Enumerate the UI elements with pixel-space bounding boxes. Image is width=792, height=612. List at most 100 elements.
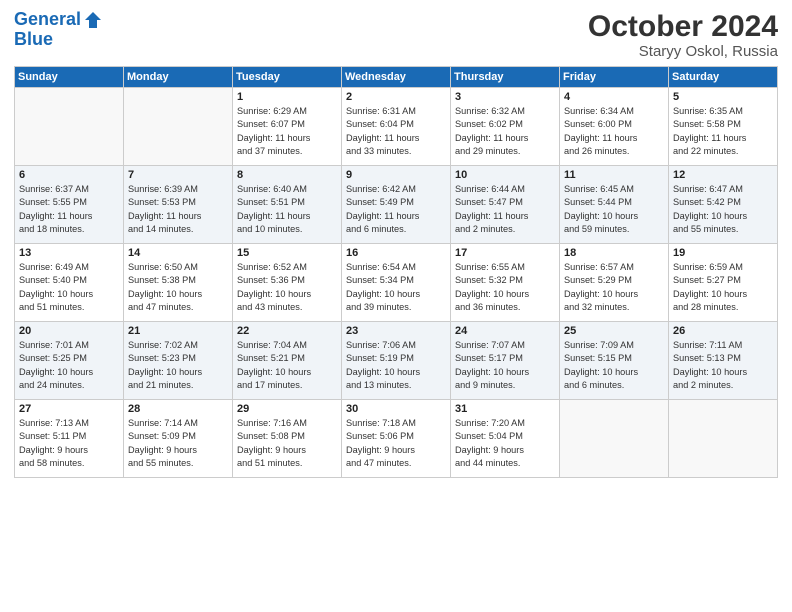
- calendar-cell: 30 Sunrise: 7:18 AM Sunset: 5:06 PM Dayli…: [342, 400, 451, 478]
- day-number: 21: [128, 325, 228, 337]
- day-info: Sunrise: 7:01 AM Sunset: 5:25 PM Dayligh…: [19, 339, 119, 392]
- day-info: Sunrise: 6:37 AM Sunset: 5:55 PM Dayligh…: [19, 183, 119, 236]
- calendar-cell: 10 Sunrise: 6:44 AM Sunset: 5:47 PM Dayli…: [451, 166, 560, 244]
- calendar-cell: 7Sunrise: 6:39 AM Sunset: 5:53 PM Daylig…: [124, 166, 233, 244]
- day-number: 2: [346, 91, 446, 103]
- day-number: 25: [564, 325, 664, 337]
- header-wednesday: Wednesday: [342, 67, 451, 88]
- calendar-cell: [669, 400, 778, 478]
- day-number: 23: [346, 325, 446, 337]
- header: General Blue October 2024 Staryy Oskol, …: [14, 10, 778, 60]
- header-row: Sunday Monday Tuesday Wednesday Thursday…: [15, 67, 778, 88]
- calendar-cell: 18Sunrise: 6:57 AM Sunset: 5:29 PM Dayli…: [560, 244, 669, 322]
- day-info: Sunrise: 7:18 AM Sunset: 5:06 PM Dayligh…: [346, 417, 446, 470]
- day-info: Sunrise: 7:11 AM Sunset: 5:13 PM Dayligh…: [673, 339, 773, 392]
- day-info: Sunrise: 6:31 AM Sunset: 6:04 PM Dayligh…: [346, 105, 446, 158]
- day-info: Sunrise: 6:32 AM Sunset: 6:02 PM Dayligh…: [455, 105, 555, 158]
- calendar-cell: 12 Sunrise: 6:47 AM Sunset: 5:42 PM Dayli…: [669, 166, 778, 244]
- day-number: 17: [455, 247, 555, 259]
- calendar-cell: 17 Sunrise: 6:55 AM Sunset: 5:32 PM Dayli…: [451, 244, 560, 322]
- day-number: 27: [19, 403, 119, 415]
- day-info: Sunrise: 6:59 AM Sunset: 5:27 PM Dayligh…: [673, 261, 773, 314]
- day-number: 22: [237, 325, 337, 337]
- day-info: Sunrise: 6:55 AM Sunset: 5:32 PM Dayligh…: [455, 261, 555, 314]
- header-tuesday: Tuesday: [233, 67, 342, 88]
- day-number: 16: [346, 247, 446, 259]
- header-thursday: Thursday: [451, 67, 560, 88]
- calendar-cell: 23 Sunrise: 7:06 AM Sunset: 5:19 PM Dayli…: [342, 322, 451, 400]
- day-info: Sunrise: 6:47 AM Sunset: 5:42 PM Dayligh…: [673, 183, 773, 236]
- calendar-cell: 11 Sunrise: 6:45 AM Sunset: 5:44 PM Dayli…: [560, 166, 669, 244]
- day-number: 31: [455, 403, 555, 415]
- calendar-cell: 6 Sunrise: 6:37 AM Sunset: 5:55 PM Daylig…: [15, 166, 124, 244]
- day-info: Sunrise: 6:29 AM Sunset: 6:07 PM Dayligh…: [237, 105, 337, 158]
- logo-text-blue: Blue: [14, 30, 103, 50]
- day-number: 1: [237, 91, 337, 103]
- title-block: October 2024 Staryy Oskol, Russia: [588, 10, 778, 60]
- day-info: Sunrise: 6:50 AM Sunset: 5:38 PM Dayligh…: [128, 261, 228, 314]
- header-friday: Friday: [560, 67, 669, 88]
- day-info: Sunrise: 7:09 AM Sunset: 5:15 PM Dayligh…: [564, 339, 664, 392]
- calendar-cell: 9 Sunrise: 6:42 AM Sunset: 5:49 PM Daylig…: [342, 166, 451, 244]
- calendar-cell: 5Sunrise: 6:35 AM Sunset: 5:58 PM Daylig…: [669, 88, 778, 166]
- day-info: Sunrise: 7:06 AM Sunset: 5:19 PM Dayligh…: [346, 339, 446, 392]
- calendar-cell: [124, 88, 233, 166]
- calendar-cell: [560, 400, 669, 478]
- day-info: Sunrise: 6:52 AM Sunset: 5:36 PM Dayligh…: [237, 261, 337, 314]
- calendar-cell: 22 Sunrise: 7:04 AM Sunset: 5:21 PM Dayli…: [233, 322, 342, 400]
- day-number: 12: [673, 169, 773, 181]
- day-number: 18: [564, 247, 664, 259]
- day-number: 8: [237, 169, 337, 181]
- day-info: Sunrise: 6:49 AM Sunset: 5:40 PM Dayligh…: [19, 261, 119, 314]
- logo: General Blue: [14, 10, 103, 50]
- day-info: Sunrise: 7:04 AM Sunset: 5:21 PM Dayligh…: [237, 339, 337, 392]
- day-number: 20: [19, 325, 119, 337]
- day-info: Sunrise: 6:45 AM Sunset: 5:44 PM Dayligh…: [564, 183, 664, 236]
- day-number: 5: [673, 91, 773, 103]
- calendar-cell: 19 Sunrise: 6:59 AM Sunset: 5:27 PM Dayli…: [669, 244, 778, 322]
- calendar-title: October 2024: [588, 10, 778, 43]
- calendar-cell: 3Sunrise: 6:32 AM Sunset: 6:02 PM Daylig…: [451, 88, 560, 166]
- day-number: 11: [564, 169, 664, 181]
- day-number: 15: [237, 247, 337, 259]
- header-saturday: Saturday: [669, 67, 778, 88]
- day-number: 13: [19, 247, 119, 259]
- day-number: 24: [455, 325, 555, 337]
- day-number: 6: [19, 169, 119, 181]
- day-info: Sunrise: 6:42 AM Sunset: 5:49 PM Dayligh…: [346, 183, 446, 236]
- calendar-cell: 8Sunrise: 6:40 AM Sunset: 5:51 PM Daylig…: [233, 166, 342, 244]
- calendar-cell: 21 Sunrise: 7:02 AM Sunset: 5:23 PM Dayli…: [124, 322, 233, 400]
- day-number: 19: [673, 247, 773, 259]
- calendar-cell: 1 Sunrise: 6:29 AM Sunset: 6:07 PM Daylig…: [233, 88, 342, 166]
- day-info: Sunrise: 6:54 AM Sunset: 5:34 PM Dayligh…: [346, 261, 446, 314]
- calendar-cell: 31Sunrise: 7:20 AM Sunset: 5:04 PM Dayli…: [451, 400, 560, 478]
- day-number: 4: [564, 91, 664, 103]
- day-number: 26: [673, 325, 773, 337]
- calendar-week-2: 6 Sunrise: 6:37 AM Sunset: 5:55 PM Daylig…: [15, 166, 778, 244]
- calendar-cell: 13 Sunrise: 6:49 AM Sunset: 5:40 PM Dayli…: [15, 244, 124, 322]
- calendar-cell: 4 Sunrise: 6:34 AM Sunset: 6:00 PM Daylig…: [560, 88, 669, 166]
- header-sunday: Sunday: [15, 67, 124, 88]
- day-number: 14: [128, 247, 228, 259]
- calendar-week-1: 1 Sunrise: 6:29 AM Sunset: 6:07 PM Daylig…: [15, 88, 778, 166]
- calendar-week-3: 13 Sunrise: 6:49 AM Sunset: 5:40 PM Dayli…: [15, 244, 778, 322]
- calendar-table: Sunday Monday Tuesday Wednesday Thursday…: [14, 66, 778, 478]
- calendar-week-5: 27 Sunrise: 7:13 AM Sunset: 5:11 PM Dayli…: [15, 400, 778, 478]
- calendar-cell: 20 Sunrise: 7:01 AM Sunset: 5:25 PM Dayli…: [15, 322, 124, 400]
- calendar-cell: 25 Sunrise: 7:09 AM Sunset: 5:15 PM Dayli…: [560, 322, 669, 400]
- day-number: 29: [237, 403, 337, 415]
- day-info: Sunrise: 6:34 AM Sunset: 6:00 PM Dayligh…: [564, 105, 664, 158]
- day-number: 9: [346, 169, 446, 181]
- day-number: 10: [455, 169, 555, 181]
- day-info: Sunrise: 7:14 AM Sunset: 5:09 PM Dayligh…: [128, 417, 228, 470]
- day-number: 28: [128, 403, 228, 415]
- calendar-cell: 14 Sunrise: 6:50 AM Sunset: 5:38 PM Dayli…: [124, 244, 233, 322]
- day-info: Sunrise: 7:13 AM Sunset: 5:11 PM Dayligh…: [19, 417, 119, 470]
- calendar-subtitle: Staryy Oskol, Russia: [588, 43, 778, 60]
- calendar-cell: 15 Sunrise: 6:52 AM Sunset: 5:36 PM Dayli…: [233, 244, 342, 322]
- calendar-cell: [15, 88, 124, 166]
- calendar-cell: 26 Sunrise: 7:11 AM Sunset: 5:13 PM Dayli…: [669, 322, 778, 400]
- day-info: Sunrise: 7:02 AM Sunset: 5:23 PM Dayligh…: [128, 339, 228, 392]
- day-number: 30: [346, 403, 446, 415]
- day-info: Sunrise: 6:44 AM Sunset: 5:47 PM Dayligh…: [455, 183, 555, 236]
